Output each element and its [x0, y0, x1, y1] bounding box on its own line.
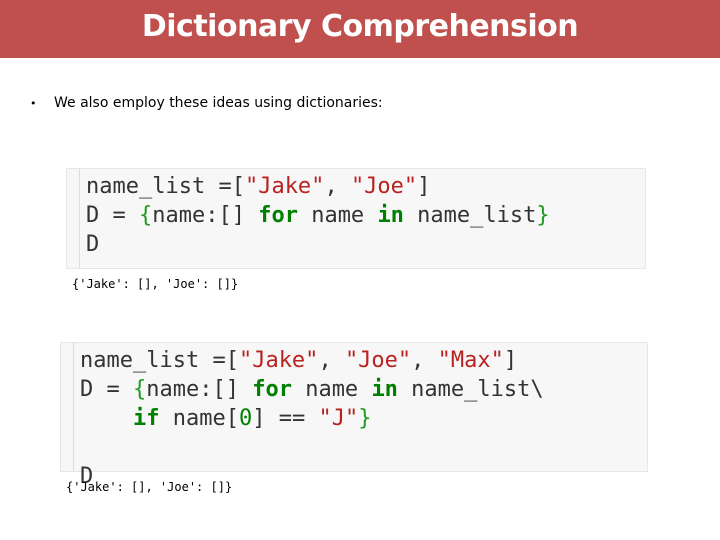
bullet-marker: •	[30, 96, 37, 110]
string-literal: "Jake"	[244, 174, 325, 199]
cell-output-2: {'Jake': [], 'Joe': []}	[66, 480, 233, 494]
bullet-text: We also employ these ideas using diction…	[54, 95, 383, 111]
cell-gutter	[67, 169, 80, 268]
code-cell-2[interactable]: name_list =["Jake", "Joe", "Max"] D = {n…	[60, 342, 648, 489]
slide-title: Dictionary Comprehension	[141, 8, 579, 44]
code-line: name_list =["Jake", "Joe"]	[86, 174, 431, 199]
string-literal: "Max"	[437, 348, 504, 373]
code-line: D	[86, 232, 100, 257]
code-line: if name[0] == "J"}	[132, 406, 372, 431]
cell-output-1: {'Jake': [], 'Joe': []}	[72, 277, 239, 291]
string-literal: "Joe"	[350, 174, 418, 199]
code-line: D = {name:[] for name in name_list\	[80, 377, 544, 402]
bullet-item: • We also employ these ideas using dicti…	[30, 95, 383, 111]
code-block-2: name_list =["Jake", "Joe", "Max"] D = {n…	[80, 346, 544, 491]
cell-gutter	[61, 343, 74, 471]
string-literal: "J"	[318, 406, 359, 431]
code-line: D = {name:[] for name in name_list}	[86, 203, 550, 228]
string-literal: "Joe"	[344, 348, 412, 373]
code-block-1: name_list =["Jake", "Joe"] D = {name:[] …	[86, 172, 550, 259]
string-literal: "Jake"	[238, 348, 319, 373]
code-cell-1[interactable]: name_list =["Jake", "Joe"] D = {name:[] …	[66, 168, 646, 269]
code-line: name_list =["Jake", "Joe", "Max"]	[80, 348, 518, 373]
title-bar: Dictionary Comprehension	[0, 0, 720, 58]
